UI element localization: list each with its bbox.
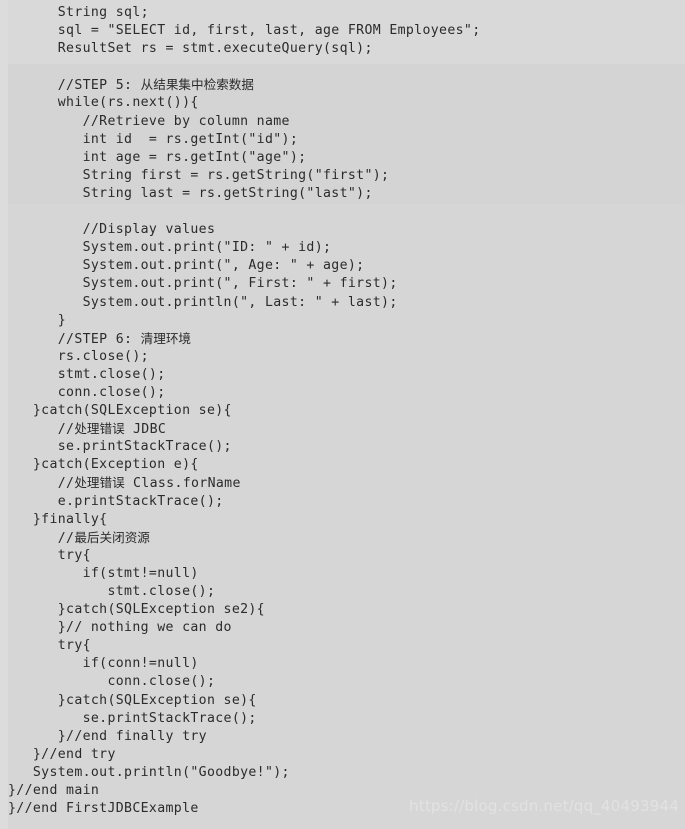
code-line: System.out.println(", Last: " + last); bbox=[8, 294, 398, 310]
code-line: String sql; bbox=[8, 5, 149, 20]
code-line: conn.close(); bbox=[8, 384, 166, 400]
code-line: e.printStackTrace(); bbox=[8, 493, 224, 509]
code-line: //处理错误 JDBC bbox=[8, 421, 167, 438]
code-line: conn.close(); bbox=[8, 674, 216, 690]
code-line: String first = rs.getString("first"); bbox=[8, 167, 390, 183]
code-line: if(stmt!=null) bbox=[8, 565, 199, 581]
code-line-cjk-text: 处理错误 bbox=[74, 421, 125, 437]
code-line: try{ bbox=[8, 638, 91, 654]
code-line-cjk-text: 清理环境 bbox=[140, 330, 192, 346]
code-line: //Display values bbox=[8, 222, 216, 238]
code-line: int age = rs.getInt("age"); bbox=[8, 149, 307, 165]
code-line: //STEP 5: 从结果集中检索数据 bbox=[8, 77, 254, 94]
code-line: }catch(SQLException se2){ bbox=[8, 602, 265, 618]
code-line: if(conn!=null) bbox=[8, 656, 199, 672]
code-line-cjk-text: 从结果集中检索数据 bbox=[140, 77, 254, 93]
code-line: }catch(Exception e){ bbox=[8, 457, 199, 473]
code-line: }//end finally try bbox=[8, 728, 207, 744]
code-line: try{ bbox=[8, 547, 91, 563]
code-line: while(rs.next()){ bbox=[8, 95, 199, 111]
code-line: }finally{ bbox=[8, 511, 108, 527]
code-line: stmt.close(); bbox=[8, 366, 166, 382]
code-line: ResultSet rs = stmt.executeQuery(sql); bbox=[8, 41, 373, 57]
code-line: //STEP 6: 清理环境 bbox=[8, 330, 192, 347]
code-line: }// nothing we can do bbox=[8, 620, 232, 636]
code-line: //处理错误 Class.forName bbox=[8, 475, 241, 492]
code-line: System.out.print(", First: " + first); bbox=[8, 276, 398, 292]
code-line: //Retrieve by column name bbox=[8, 113, 290, 129]
code-line: } bbox=[8, 312, 67, 328]
code-line: int id = rs.getInt("id"); bbox=[8, 131, 299, 147]
csdn-watermark: https://blog.csdn.net/qq_40493944 bbox=[409, 797, 679, 815]
code-line-cjk-text: 最后关闭资源 bbox=[74, 529, 150, 545]
code-line: }catch(SQLException se){ bbox=[8, 403, 232, 419]
java-code-listing: String sql; sql = "SELECT id, first, las… bbox=[0, 0, 685, 818]
code-line: stmt.close(); bbox=[8, 584, 216, 599]
code-line: se.printStackTrace(); bbox=[8, 439, 232, 455]
code-line: se.printStackTrace(); bbox=[8, 710, 257, 726]
code-line: //最后关闭资源 bbox=[8, 529, 150, 546]
code-line: System.out.println("Goodbye!"); bbox=[8, 764, 290, 780]
code-line: sql = "SELECT id, first, last, age FROM … bbox=[8, 23, 481, 39]
code-line: }//end try bbox=[8, 746, 116, 762]
code-line: }catch(SQLException se){ bbox=[8, 692, 257, 708]
code-line-cjk-text: 处理错误 bbox=[74, 475, 125, 491]
code-line: System.out.print(", Age: " + age); bbox=[8, 258, 365, 274]
code-line: rs.close(); bbox=[8, 348, 149, 364]
code-line: String last = rs.getString("last"); bbox=[8, 185, 373, 201]
code-line: System.out.print("ID: " + id); bbox=[8, 240, 332, 256]
code-screenshot: String sql; sql = "SELECT id, first, las… bbox=[0, 0, 685, 829]
